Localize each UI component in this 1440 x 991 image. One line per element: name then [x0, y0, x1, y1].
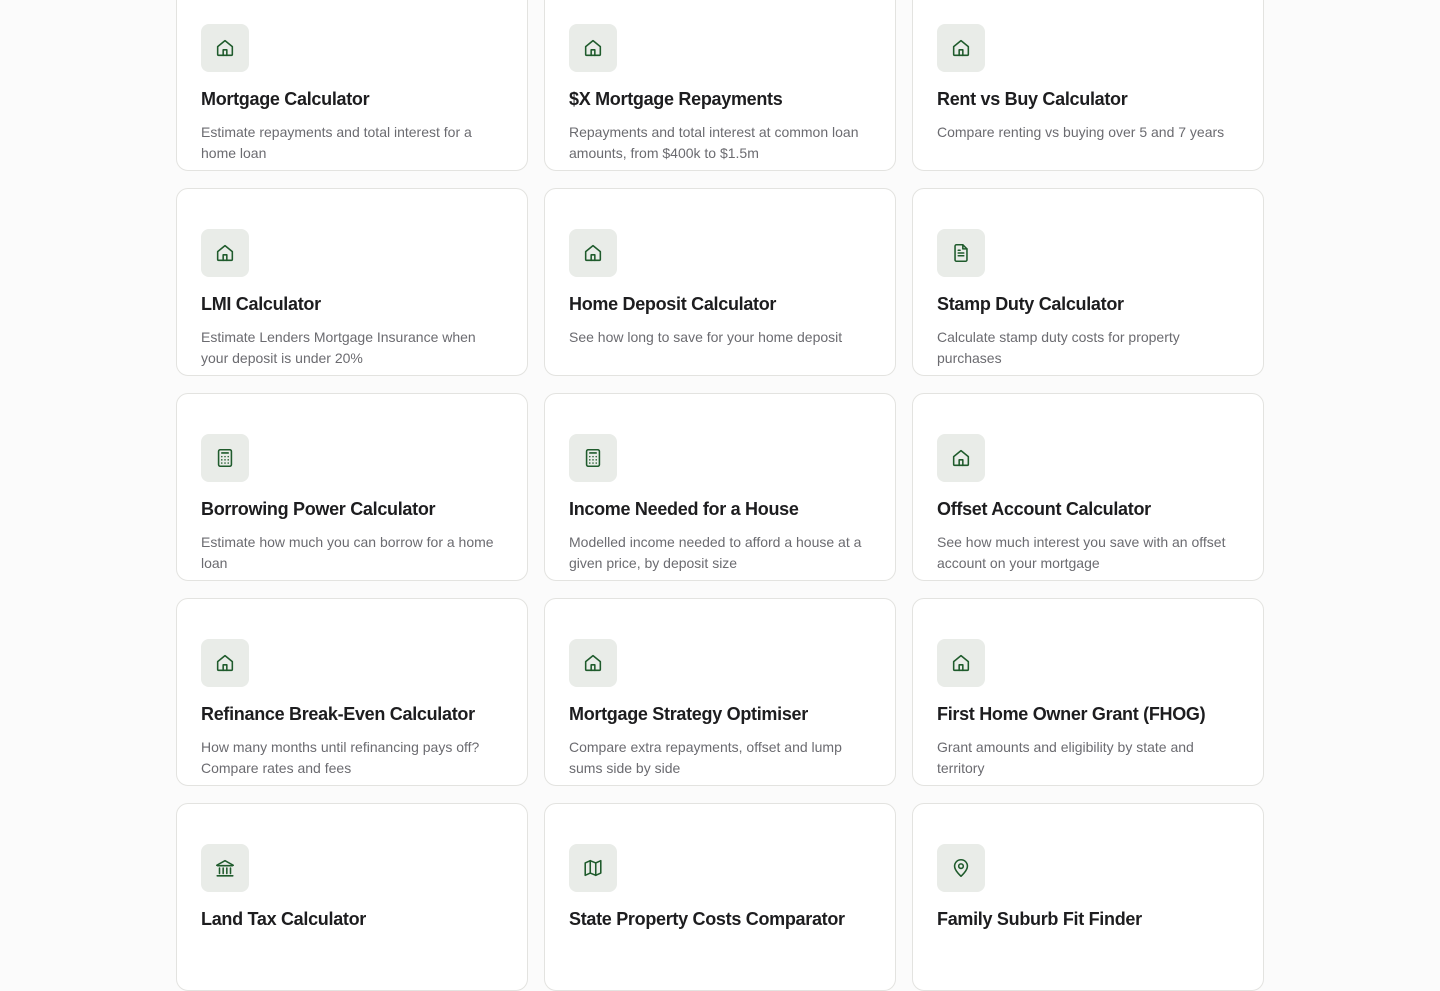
calculator-card[interactable]: Mortgage Strategy Optimiser Compare extr… [544, 598, 896, 786]
bank-icon [214, 857, 236, 879]
calculator-card[interactable]: Refinance Break-Even Calculator How many… [176, 598, 528, 786]
map-icon [582, 857, 604, 879]
card-icon-box [201, 229, 249, 277]
card-icon-box [201, 844, 249, 892]
calculator-card[interactable]: Borrowing Power Calculator Estimate how … [176, 393, 528, 581]
card-icon-box [569, 639, 617, 687]
calculator-icon [582, 447, 604, 469]
card-title: LMI Calculator [201, 294, 321, 314]
card-icon-box [937, 639, 985, 687]
card-title: Offset Account Calculator [937, 499, 1151, 519]
card-icon-box [569, 434, 617, 482]
card-title: Mortgage Calculator [201, 89, 370, 109]
card-icon-box [569, 844, 617, 892]
calculator-card[interactable]: Family Suburb Fit Finder [912, 803, 1264, 991]
card-title: Income Needed for a House [569, 499, 799, 519]
card-title: Rent vs Buy Calculator [937, 89, 1128, 109]
card-title: State Property Costs Comparator [569, 909, 845, 929]
home-icon [950, 37, 972, 59]
card-icon-box [937, 229, 985, 277]
card-title: Stamp Duty Calculator [937, 294, 1124, 314]
home-icon [582, 242, 604, 264]
card-title: Refinance Break-Even Calculator [201, 704, 475, 724]
card-icon-box [937, 434, 985, 482]
map-pin-icon [950, 857, 972, 879]
card-icon-box [201, 434, 249, 482]
calculator-card[interactable]: $X Mortgage Repayments Repayments and to… [544, 0, 896, 171]
calculator-card[interactable]: LMI Calculator Estimate Lenders Mortgage… [176, 188, 528, 376]
card-title: Home Deposit Calculator [569, 294, 777, 314]
card-icon-box [569, 24, 617, 72]
card-title: First Home Owner Grant (FHOG) [937, 704, 1206, 724]
card-description: How many months until refinancing pays o… [201, 739, 480, 776]
card-icon-box [937, 24, 985, 72]
calculator-card[interactable]: First Home Owner Grant (FHOG) Grant amou… [912, 598, 1264, 786]
home-icon [214, 652, 236, 674]
card-description: See how long to save for your home depos… [569, 329, 843, 345]
card-title: Family Suburb Fit Finder [937, 909, 1142, 929]
home-icon [214, 37, 236, 59]
document-icon [950, 242, 972, 264]
card-description: Estimate how much you can borrow for a h… [201, 534, 494, 571]
card-description: Grant amounts and eligibility by state a… [937, 739, 1194, 776]
card-icon-box [201, 24, 249, 72]
card-title: Land Tax Calculator [201, 909, 367, 929]
card-description: Modelled income needed to afford a house… [569, 534, 862, 571]
card-icon-box [201, 639, 249, 687]
card-description: Compare renting vs buying over 5 and 7 y… [937, 124, 1225, 140]
card-description: Compare extra repayments, offset and lum… [569, 739, 842, 776]
calculator-card[interactable]: Land Tax Calculator [176, 803, 528, 991]
card-title: $X Mortgage Repayments [569, 89, 783, 109]
card-icon-box [569, 229, 617, 277]
calculator-card[interactable]: Stamp Duty Calculator Calculate stamp du… [912, 188, 1264, 376]
home-icon [582, 652, 604, 674]
card-description: Estimate repayments and total interest f… [201, 124, 472, 161]
home-icon [214, 242, 236, 264]
calculator-card[interactable]: Rent vs Buy Calculator Compare renting v… [912, 0, 1264, 171]
calculator-card[interactable]: Mortgage Calculator Estimate repayments … [176, 0, 528, 171]
card-description: Repayments and total interest at common … [569, 124, 859, 161]
card-description: Calculate stamp duty costs for property … [937, 329, 1180, 366]
calculator-card[interactable]: Income Needed for a House Modelled incom… [544, 393, 896, 581]
calculator-icon [214, 447, 236, 469]
calculator-grid: Mortgage Calculator Estimate repayments … [176, 0, 1264, 991]
card-title: Mortgage Strategy Optimiser [569, 704, 808, 724]
home-icon [582, 37, 604, 59]
card-description: Estimate Lenders Mortgage Insurance when… [201, 329, 476, 366]
home-icon [950, 652, 972, 674]
calculator-card[interactable]: State Property Costs Comparator [544, 803, 896, 991]
home-icon [950, 447, 972, 469]
calculator-card[interactable]: Offset Account Calculator See how much i… [912, 393, 1264, 581]
calculator-card[interactable]: Home Deposit Calculator See how long to … [544, 188, 896, 376]
card-description: See how much interest you save with an o… [937, 534, 1226, 571]
card-title: Borrowing Power Calculator [201, 499, 436, 519]
card-icon-box [937, 844, 985, 892]
